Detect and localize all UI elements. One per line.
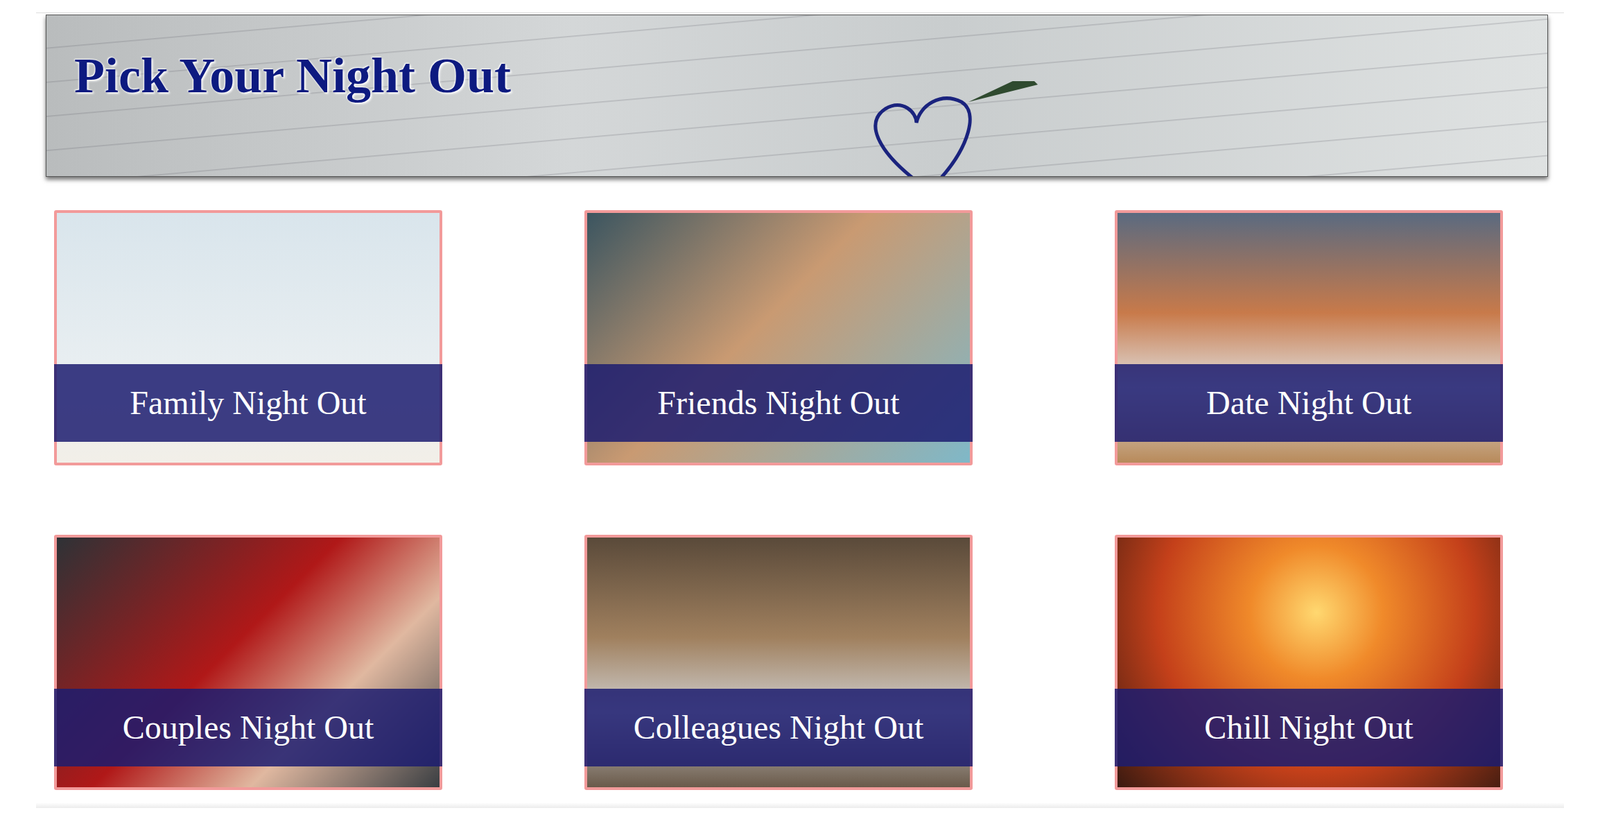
night-out-card[interactable]: Friends Night Out: [584, 210, 973, 466]
night-out-card[interactable]: Chill Night Out: [1114, 534, 1503, 790]
night-out-card[interactable]: Date Night Out: [1114, 210, 1503, 466]
card-label: Friends Night Out: [584, 363, 973, 442]
page-title: Pick Your Night Out: [46, 15, 539, 132]
page: Pick Your Night Out Family Night Out Frien…: [0, 0, 1600, 824]
night-out-card[interactable]: Couples Night Out: [54, 534, 443, 790]
night-out-card[interactable]: Family Night Out: [54, 210, 443, 466]
card-label: Colleagues Night Out: [584, 688, 973, 767]
bottom-rule: [36, 802, 1564, 808]
card-label: Couples Night Out: [54, 688, 443, 767]
card-grid: Family Night Out Friends Night Out Date Ni…: [0, 176, 1600, 790]
card-label: Chill Night Out: [1114, 688, 1503, 767]
night-out-card[interactable]: Colleagues Night Out: [584, 534, 973, 790]
card-label: Family Night Out: [54, 363, 443, 442]
top-rule: [36, 12, 1564, 14]
banner: Pick Your Night Out: [45, 14, 1549, 177]
heart-icon: [864, 81, 1045, 177]
card-label: Date Night Out: [1114, 363, 1503, 442]
